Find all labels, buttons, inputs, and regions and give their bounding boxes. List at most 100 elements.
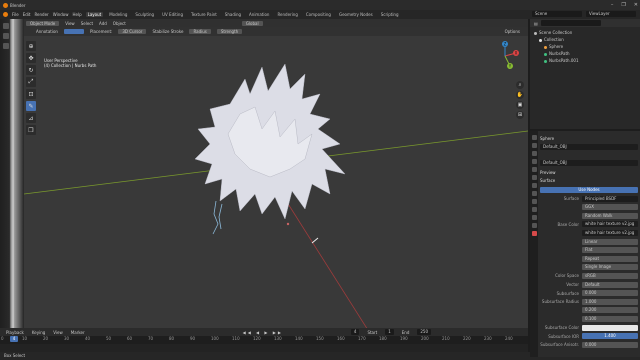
viewport-menu-add[interactable]: Add <box>99 21 107 26</box>
outliner-search-input[interactable] <box>540 20 601 26</box>
navigation-gizmo[interactable]: X Y Z <box>490 41 520 71</box>
3d-viewport[interactable]: Object Mode View Select Add Object Globa… <box>0 19 528 357</box>
outliner-row[interactable]: Collection <box>530 36 640 43</box>
property-row[interactable]: Base Color white hair texture v2.jpg <box>540 221 638 228</box>
modifier-tab-icon[interactable] <box>531 191 537 196</box>
property-value[interactable]: Principled BSDF <box>582 195 638 202</box>
tool-tab-icon[interactable] <box>531 135 537 140</box>
menu-file[interactable]: File <box>12 12 19 17</box>
output-tab-icon[interactable] <box>531 151 537 156</box>
timeline-menu-keying[interactable]: Keying <box>32 330 45 335</box>
tab-sculpting[interactable]: Sculpting <box>133 12 156 17</box>
blender-menu-icon[interactable] <box>3 12 8 17</box>
tab-scripting[interactable]: Scripting <box>379 12 401 17</box>
properties-editor[interactable]: Sphere Default_OBJ Default_OBJ Preview S… <box>530 131 640 357</box>
property-value[interactable]: white hair texture v2.jpg <box>582 221 638 228</box>
strength-field[interactable]: Strength <box>216 29 243 34</box>
material-name-row[interactable]: Default_OBJ <box>540 159 638 166</box>
panel-icon[interactable] <box>3 33 9 39</box>
property-value[interactable]: Random Walk <box>582 212 638 219</box>
tab-rendering[interactable]: Rendering <box>275 12 299 17</box>
placement-selector[interactable]: 3D Cursor <box>118 29 147 34</box>
property-row[interactable]: 0.100 <box>540 315 638 322</box>
outliner[interactable]: ▤ Scene Collection Collection Sphere Nur… <box>530 19 640 129</box>
property-row[interactable]: Single Image <box>540 264 638 271</box>
ortho-toggle-icon[interactable]: ⊞ <box>516 111 524 119</box>
cursor-icon[interactable]: ⊕ <box>26 41 36 51</box>
tab-geometry-nodes[interactable]: Geometry Nodes <box>337 12 375 17</box>
playback-controls-icon[interactable]: ◀◀ ◀ ▶ ▶▶ <box>243 330 283 335</box>
property-value[interactable]: 0.000 <box>582 290 638 297</box>
property-value[interactable]: white hair texture v2.jpg <box>582 229 638 236</box>
property-value[interactable]: Default <box>582 281 638 288</box>
menu-help[interactable]: Help <box>72 12 81 17</box>
property-row[interactable]: Subsurface Radius 1.000 <box>540 298 638 305</box>
tab-animation[interactable]: Animation <box>247 12 271 17</box>
end-frame-field[interactable]: 250 <box>417 329 432 335</box>
timeline-menu-marker[interactable]: Marker <box>71 330 85 335</box>
timeline-menu-view[interactable]: View <box>53 330 63 335</box>
playhead[interactable]: 4 <box>10 336 18 342</box>
property-row[interactable]: Surface Principled BSDF <box>540 195 638 202</box>
property-value[interactable]: Linear <box>582 238 638 245</box>
menu-edit[interactable]: Edit <box>23 12 31 17</box>
outliner-filter-icon[interactable]: ▤ <box>534 21 538 26</box>
orientation-selector[interactable]: Global <box>241 20 263 26</box>
menu-render[interactable]: Render <box>34 12 48 17</box>
surface-section-header[interactable]: Surface <box>540 177 638 184</box>
tab-modeling[interactable]: Modeling <box>107 12 129 17</box>
rotate-icon[interactable]: ↻ <box>26 65 36 75</box>
options-dropdown[interactable]: Options <box>505 29 520 34</box>
material-slot-list[interactable]: Default_OBJ <box>540 143 638 150</box>
property-row[interactable]: Vector Default <box>540 281 638 288</box>
property-row[interactable]: 0.200 <box>540 307 638 314</box>
view-layer-tab-icon[interactable] <box>531 159 537 164</box>
physics-tab-icon[interactable] <box>531 207 537 212</box>
property-row[interactable]: Subsurface Color <box>540 324 638 331</box>
panel-icon[interactable] <box>3 43 9 49</box>
zoom-icon[interactable]: ⌕ <box>516 81 524 89</box>
object-tab-icon[interactable] <box>531 183 537 188</box>
scale-icon[interactable]: ⤢ <box>26 77 36 87</box>
start-frame-field[interactable]: 1 <box>385 329 394 335</box>
timeline-ruler[interactable]: 0 10 20 30 40 50 60 70 80 90 100 110 120… <box>0 336 528 344</box>
property-row[interactable]: Subsurface Anisotr. 0.000 <box>540 341 638 348</box>
panel-icon[interactable] <box>3 23 9 29</box>
property-row[interactable]: white hair texture v2.jpg <box>540 229 638 236</box>
preview-section-header[interactable]: Preview <box>540 169 638 176</box>
outliner-row[interactable]: Sphere <box>530 43 640 50</box>
move-icon[interactable]: ✥ <box>26 53 36 63</box>
property-row[interactable]: Repeat <box>540 255 638 262</box>
particles-tab-icon[interactable] <box>531 199 537 204</box>
menu-window[interactable]: Window <box>53 12 69 17</box>
scene-tab-icon[interactable] <box>531 167 537 172</box>
property-value[interactable]: 1.000 <box>582 298 638 305</box>
close-icon[interactable]: ✕ <box>634 2 638 8</box>
property-value[interactable]: GGX <box>582 204 638 211</box>
scene-field[interactable]: Scene <box>532 11 582 17</box>
radius-field[interactable]: Radius <box>189 29 211 34</box>
constraints-tab-icon[interactable] <box>531 215 537 220</box>
property-value[interactable]: sRGB <box>582 272 638 279</box>
viewport-menu-object[interactable]: Object <box>113 21 126 26</box>
property-value[interactable]: Flat <box>582 247 638 254</box>
use-nodes-button[interactable]: Use Nodes <box>540 186 638 193</box>
data-tab-icon[interactable] <box>531 223 537 228</box>
use-nodes-row[interactable]: Use Nodes <box>540 186 638 193</box>
property-row[interactable]: GGX <box>540 204 638 211</box>
property-row[interactable]: Linear <box>540 238 638 245</box>
property-value[interactable]: 1.400 <box>582 333 638 340</box>
property-row[interactable]: Subsurface IOR 1.400 <box>540 333 638 340</box>
material-name-field[interactable]: Default_OBJ <box>540 159 638 166</box>
tab-compositing[interactable]: Compositing <box>304 12 333 17</box>
material-slot-item[interactable]: Default_OBJ <box>540 143 638 150</box>
annotation-color[interactable] <box>63 29 84 34</box>
property-value[interactable]: Repeat <box>582 255 638 262</box>
viewport-menu-view[interactable]: View <box>65 21 75 26</box>
outliner-row[interactable]: Scene Collection <box>530 29 640 36</box>
tab-shading[interactable]: Shading <box>223 12 243 17</box>
timeline-menu-playback[interactable]: Playback <box>6 330 24 335</box>
property-value[interactable]: 0.000 <box>582 341 638 348</box>
property-row[interactable]: Random Walk <box>540 212 638 219</box>
add-cube-icon[interactable]: ❒ <box>26 125 36 135</box>
